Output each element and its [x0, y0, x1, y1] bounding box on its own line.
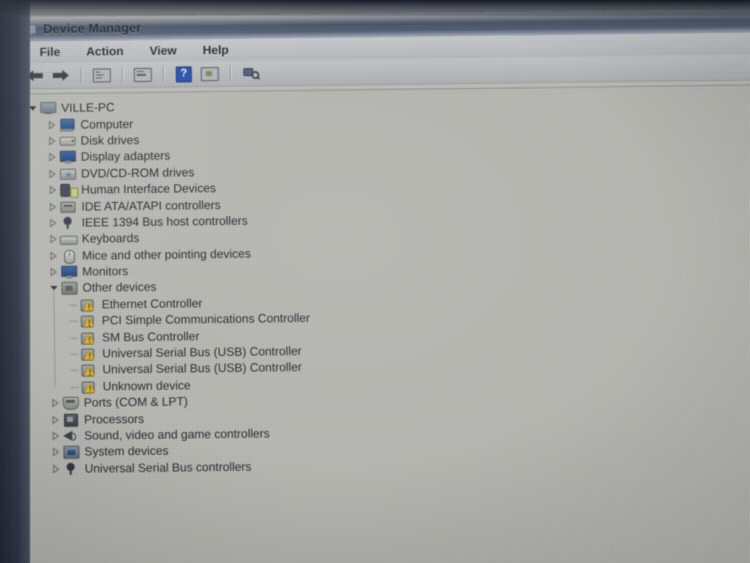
- show-hide-console-tree-button[interactable]: [91, 65, 113, 84]
- tree-item-label: Display adapters: [77, 147, 175, 166]
- unknown-device-warning-icon: [81, 379, 98, 394]
- tree-item-label: IDE ATA/ATAPI controllers: [81, 197, 221, 214]
- update-driver-icon: [200, 66, 219, 81]
- expander-collapsed-icon[interactable]: [46, 169, 59, 179]
- tree-item-label: Ethernet Controller: [101, 296, 203, 312]
- help-question-icon: ?: [175, 65, 192, 83]
- device-manager-window: Device Manager File Action View Help ? V…: [10, 8, 750, 563]
- tree-item-label: IEEE 1394 Bus host controllers: [81, 213, 248, 230]
- menu-action[interactable]: Action: [74, 42, 136, 61]
- tree-item-label: PCI Simple Communications Controller: [101, 311, 310, 328]
- tree-leaf-connector: [67, 297, 80, 313]
- window-title: Device Manager: [43, 20, 142, 37]
- expander-collapsed-icon[interactable]: [50, 464, 63, 474]
- toolbar-separator-4: [229, 65, 231, 81]
- unknown-device-warning-icon: [80, 314, 97, 328]
- tree-item-label: System devices: [84, 444, 169, 460]
- tree-item-label: Ports (COM & LPT): [83, 394, 188, 410]
- update-driver-button[interactable]: [199, 64, 221, 83]
- unknown-device-warning-icon: [80, 330, 97, 345]
- tree-item-label: VILLE-PC: [61, 100, 115, 116]
- dvd-drive-icon: [59, 166, 77, 180]
- expander-collapsed-icon[interactable]: [45, 120, 58, 130]
- console-tree-icon: [92, 67, 111, 83]
- scan-for-hardware-changes-button[interactable]: [240, 63, 262, 82]
- scan-hardware-icon: [242, 68, 260, 80]
- monitor-icon: [60, 265, 78, 279]
- menu-help[interactable]: Help: [191, 41, 241, 60]
- monitor-bezel-left: [0, 0, 30, 563]
- tree-item-label: Unknown device: [102, 378, 191, 394]
- expander-collapsed-icon[interactable]: [47, 251, 60, 261]
- tree-item-label: Keyboards: [81, 231, 140, 246]
- expander-collapsed-icon[interactable]: [46, 185, 59, 195]
- mouse-icon: [60, 248, 77, 264]
- tree-item-label: Sound, video and game controllers: [84, 426, 270, 443]
- ide-controller-icon: [59, 199, 76, 213]
- toolbar-separator-3: [162, 66, 164, 82]
- tree-item-label: Disk drives: [80, 132, 140, 148]
- toolbar-separator-1: [80, 67, 82, 83]
- tree-item-label: Universal Serial Bus (USB) Controller: [102, 360, 302, 377]
- selection-highlight: [77, 147, 175, 166]
- forward-arrow-icon: [52, 69, 69, 81]
- unknown-device-warning-icon: [80, 347, 97, 361]
- unknown-device-warning-icon: [80, 297, 97, 312]
- monitor-screen: Device Manager File Action View Help ? V…: [0, 0, 750, 563]
- help-button[interactable]: ?: [173, 64, 195, 83]
- expander-collapsed-icon[interactable]: [46, 152, 59, 162]
- tree-item-label: SM Bus Controller: [101, 328, 200, 345]
- sound-controller-icon: [62, 429, 79, 443]
- processor-icon: [62, 412, 79, 427]
- unknown-device-warning-icon: [80, 363, 97, 378]
- tree-leaf-connector: [67, 313, 80, 329]
- computer-root-icon: [39, 101, 57, 115]
- expander-collapsed-icon[interactable]: [47, 234, 60, 244]
- keyboard-icon: [59, 232, 78, 246]
- expander-collapsed-icon[interactable]: [49, 447, 62, 457]
- tree-item-label: Processors: [83, 411, 145, 427]
- tree-item-label: Universal Serial Bus controllers: [84, 459, 252, 476]
- expander-collapsed-icon[interactable]: [47, 267, 60, 277]
- expander-collapsed-icon[interactable]: [46, 136, 59, 146]
- tree-item-label: Computer: [80, 116, 134, 132]
- ieee1394-icon: [60, 216, 77, 230]
- device-tree-panel[interactable]: VILLE-PC Computer Disk drives Display adapt…: [17, 84, 750, 563]
- screen-photo: Device Manager File Action View Help ? V…: [0, 0, 750, 563]
- expander-collapsed-icon[interactable]: [49, 415, 62, 425]
- tree-leaf-connector: [67, 329, 80, 345]
- expander-collapsed-icon[interactable]: [46, 201, 59, 212]
- menu-file[interactable]: File: [27, 43, 72, 62]
- expander-collapsed-icon[interactable]: [47, 218, 60, 228]
- display-adapter-icon: [59, 150, 76, 164]
- toolbar-separator-2: [121, 67, 123, 83]
- tree-leaf-connector: [67, 346, 80, 362]
- other-devices-icon: [60, 281, 78, 296]
- menu-view[interactable]: View: [137, 41, 188, 60]
- tree-item-label: Other devices: [82, 280, 157, 296]
- expander-collapsed-icon[interactable]: [49, 431, 62, 441]
- device-tree: VILLE-PC Computer Disk drives Display adapt…: [18, 85, 750, 477]
- forward-button[interactable]: [50, 66, 72, 85]
- properties-icon: [133, 67, 152, 82]
- tree-item-label: Universal Serial Bus (USB) Controller: [102, 344, 302, 361]
- monitor-bezel-top: [0, 0, 750, 16]
- tree-item-label: DVD/CD-ROM drives: [80, 165, 195, 181]
- tree-leaf-connector: [67, 362, 80, 378]
- computer-icon: [58, 117, 75, 131]
- tree-item-label: Mice and other pointing devices: [81, 246, 251, 263]
- usb-controller-icon: [63, 461, 80, 475]
- tree-item-label: Monitors: [82, 264, 129, 279]
- tree-leaf-connector: [68, 379, 81, 395]
- expander-collapsed-icon[interactable]: [49, 398, 62, 408]
- ports-icon: [62, 396, 79, 411]
- tree-item-label: Human Interface Devices: [81, 181, 217, 197]
- human-interface-icon: [59, 183, 76, 198]
- disk-drive-icon: [59, 134, 76, 148]
- properties-button[interactable]: [132, 65, 154, 84]
- system-devices-icon: [62, 445, 80, 460]
